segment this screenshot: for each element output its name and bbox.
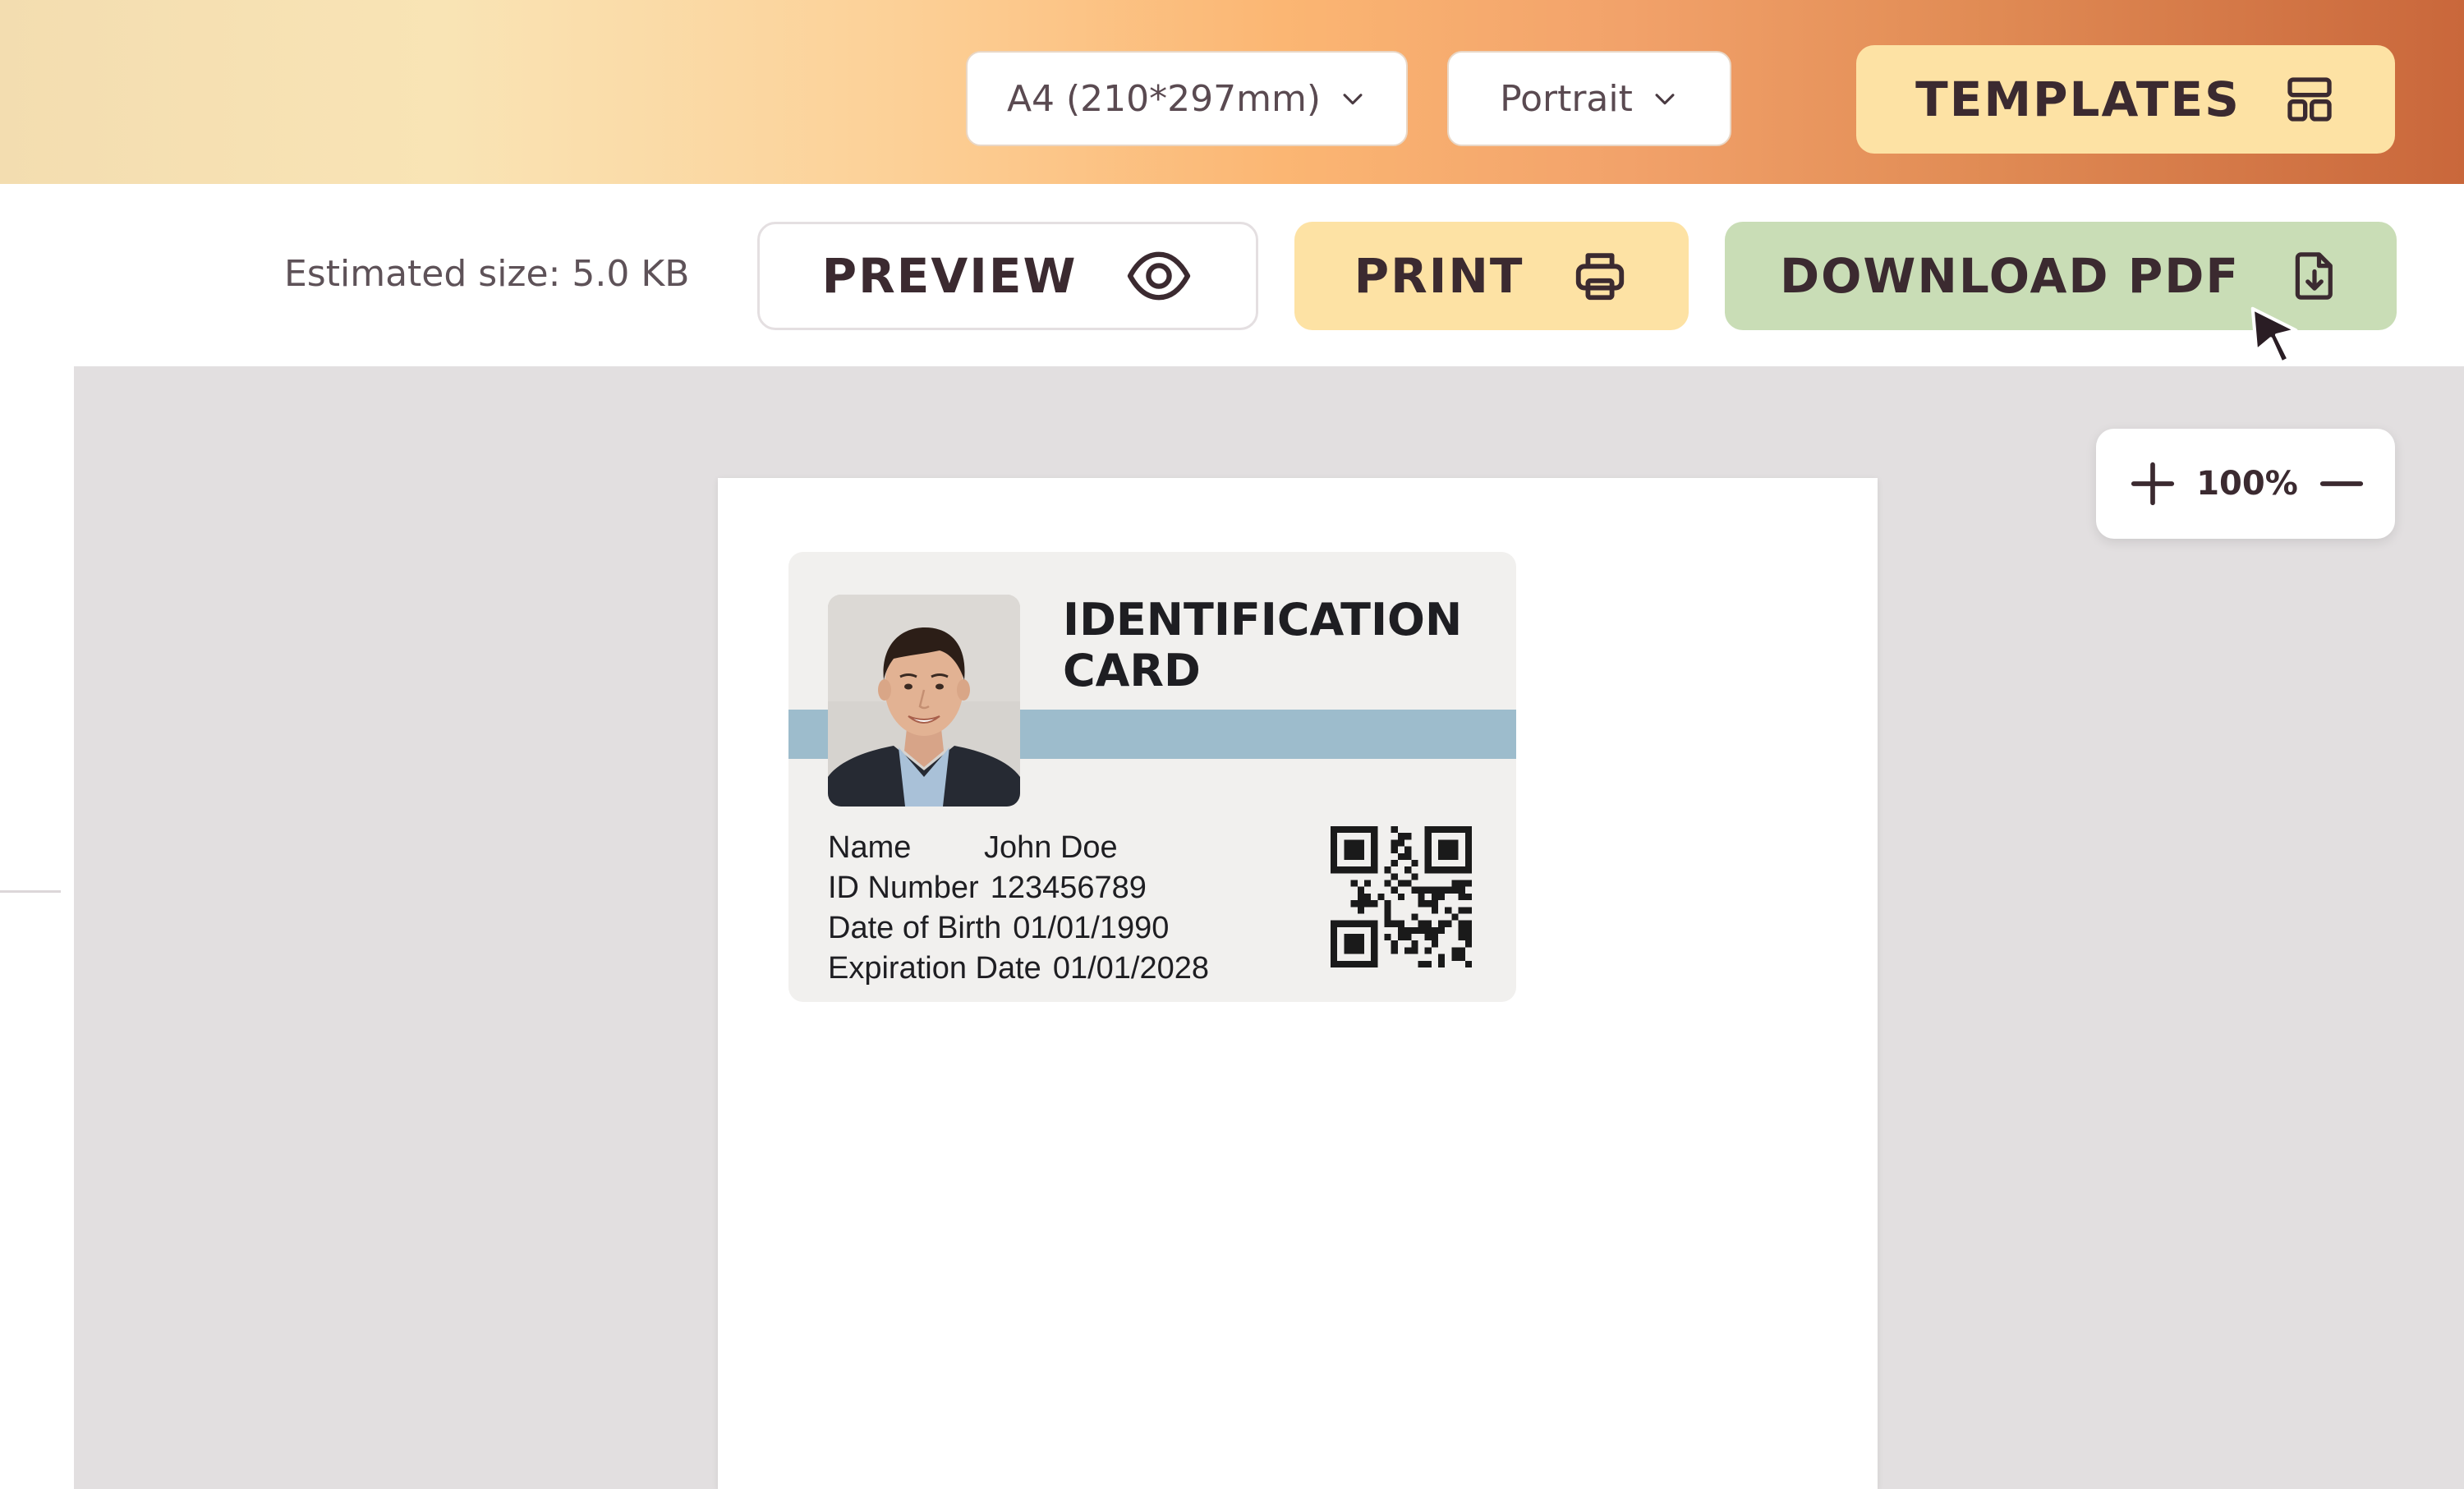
card-fields: Name John Doe ID Number 123456789 Date o…	[828, 828, 1209, 989]
print-label: PRINT	[1354, 248, 1524, 304]
id-card[interactable]: IDENTIFICATION CARD Name John Doe ID Num…	[788, 552, 1516, 1002]
field-label: Date of Birth	[828, 911, 1002, 945]
templates-button[interactable]: TEMPLATES	[1856, 45, 2395, 154]
zoom-out-button[interactable]	[2316, 458, 2367, 509]
field-label: Expiration Date	[828, 951, 1041, 986]
preview-button[interactable]: PREVIEW	[757, 222, 1258, 330]
mouse-pointer-icon	[2250, 306, 2298, 365]
id-photo	[828, 595, 1020, 807]
preview-label: PREVIEW	[821, 248, 1078, 304]
field-label: ID Number	[828, 871, 979, 905]
estimated-size-text: Estimated size: 5.0 KB	[284, 253, 690, 295]
field-value: 01/01/2028	[1052, 951, 1209, 986]
card-title-line-2: CARD	[1063, 645, 1201, 696]
page-size-value: A4 (210*297mm)	[1006, 77, 1322, 120]
zoom-level: 100%	[2196, 465, 2298, 503]
printer-icon	[1576, 253, 1625, 301]
page-size-select[interactable]: A4 (210*297mm)	[966, 51, 1408, 146]
chevron-down-icon	[1655, 94, 1675, 105]
card-title-line-1: IDENTIFICATION	[1063, 594, 1463, 646]
field-value: John Doe	[984, 830, 1118, 865]
field-value: 123456789	[990, 871, 1147, 905]
qr-code-icon	[1331, 826, 1472, 967]
templates-label: TEMPLATES	[1915, 71, 2241, 127]
field-label: Name	[828, 830, 912, 865]
document-page: IDENTIFICATION CARD Name John Doe ID Num…	[718, 478, 1878, 1489]
zoom-control: 100%	[2096, 429, 2395, 539]
orientation-select[interactable]: Portrait	[1447, 51, 1731, 146]
portrait-image	[828, 595, 1020, 807]
plus-icon	[2131, 462, 2175, 506]
field-value: 01/01/1990	[1013, 911, 1170, 945]
layout-grid-icon	[2287, 77, 2332, 122]
field-row-date-of-birth: Date of Birth 01/01/1990	[828, 908, 1209, 949]
card-title: IDENTIFICATION CARD	[1063, 595, 1490, 696]
field-row-name: Name John Doe	[828, 828, 1209, 868]
field-row-expiration-date: Expiration Date 01/01/2028	[828, 949, 1209, 989]
left-panel	[0, 366, 74, 1489]
chevron-down-icon	[1343, 94, 1363, 105]
file-download-icon	[2295, 252, 2333, 300]
minus-icon	[2319, 481, 2364, 486]
zoom-in-button[interactable]	[2127, 458, 2178, 509]
print-button[interactable]: PRINT	[1294, 222, 1689, 330]
download-pdf-label: DOWNLOAD PDF	[1779, 248, 2241, 304]
field-row-id-number: ID Number 123456789	[828, 868, 1209, 908]
panel-divider	[0, 890, 61, 893]
eye-icon	[1128, 251, 1191, 301]
orientation-value: Portrait	[1500, 77, 1633, 120]
